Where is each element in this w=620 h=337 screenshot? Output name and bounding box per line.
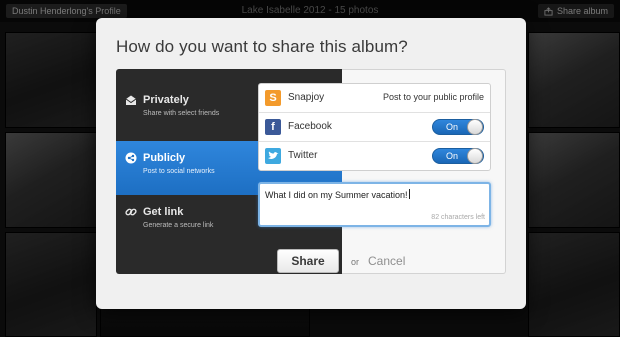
toggle-label: On: [446, 122, 459, 132]
option-subtitle: Generate a secure link: [143, 222, 214, 229]
share-button[interactable]: Share: [277, 249, 339, 273]
toggle-label: On: [446, 151, 459, 161]
text-caret: [408, 189, 410, 199]
link-icon: [125, 208, 137, 216]
share-message-text: What I did on my Summer vacation!: [265, 189, 410, 200]
facebook-toggle[interactable]: On: [432, 119, 484, 135]
social-network-list: S Snapjoy Post to your public profile f …: [258, 83, 491, 171]
snapjoy-icon: S: [265, 90, 281, 106]
option-subtitle: Share with select friends: [143, 110, 220, 117]
modal-title: How do you want to share this album?: [116, 37, 408, 56]
toggle-knob[interactable]: [467, 119, 483, 135]
facebook-icon: f: [265, 119, 281, 135]
option-subtitle: Post to social networks: [143, 168, 215, 175]
option-title: Publicly: [143, 152, 186, 164]
network-row-twitter: Twitter On: [259, 142, 490, 171]
option-title: Privately: [143, 94, 189, 106]
cancel-link[interactable]: Cancel: [368, 254, 405, 268]
network-name: Snapjoy: [288, 92, 325, 103]
share-network-icon: [125, 152, 137, 164]
twitter-toggle[interactable]: On: [432, 148, 484, 164]
toggle-knob[interactable]: [467, 148, 483, 164]
envelope-icon: [125, 95, 137, 105]
option-title: Get link: [143, 206, 184, 218]
share-message-textarea[interactable]: What I did on my Summer vacation! 82 cha…: [258, 182, 491, 227]
or-separator: or: [351, 257, 360, 267]
twitter-bird-icon: [268, 151, 279, 159]
network-name: Facebook: [288, 121, 332, 132]
network-row-snapjoy: S Snapjoy Post to your public profile: [259, 84, 490, 113]
twitter-icon: [265, 148, 281, 164]
network-status: Post to your public profile: [382, 92, 484, 102]
network-row-facebook: f Facebook On: [259, 113, 490, 142]
character-count: 82 characters left: [431, 214, 485, 221]
network-name: Twitter: [288, 150, 318, 161]
